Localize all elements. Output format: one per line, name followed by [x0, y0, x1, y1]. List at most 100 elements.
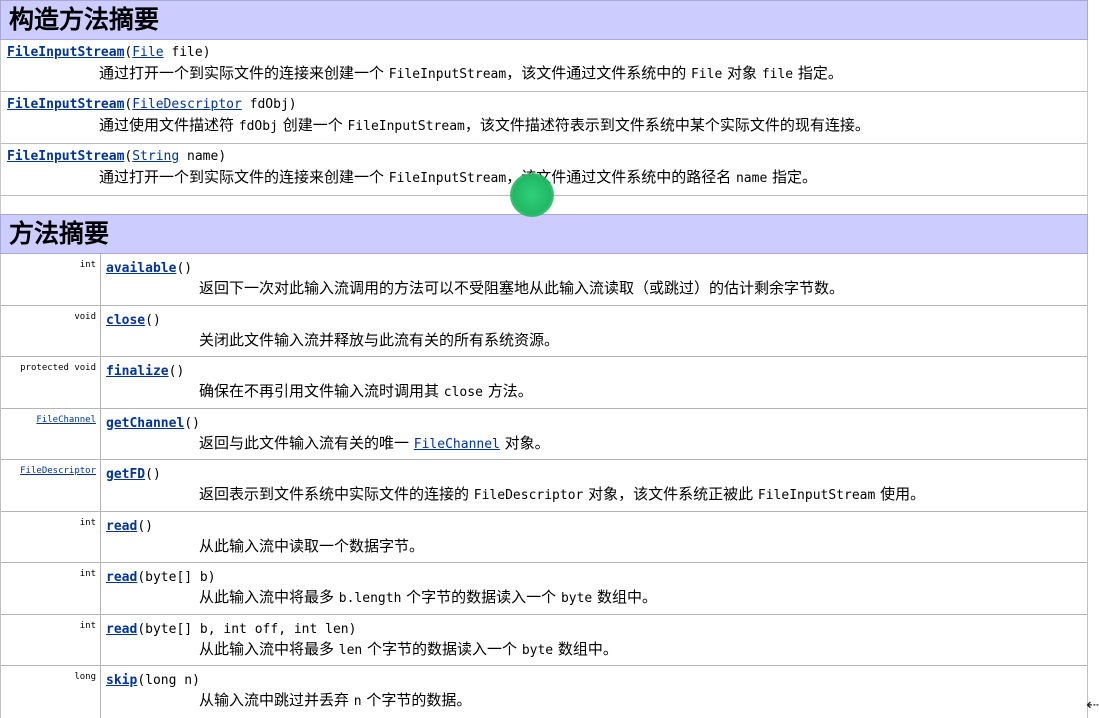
- method-signature: finalize(): [106, 363, 1087, 380]
- constructor-list: FileInputStream(File file) 通过打开一个到实际文件的连接…: [0, 40, 1088, 196]
- method-signature: close(): [106, 312, 1087, 329]
- type-link[interactable]: FileChannel: [414, 437, 500, 452]
- api-doc-page: 构造方法摘要 FileInputStream(File file) 通过打开一个到…: [0, 0, 1088, 718]
- method-body: available() 返回下一次对此输入流调用的方法可以不受阻塞地从此输入流读取…: [101, 254, 1087, 305]
- return-type-link[interactable]: FileChannel: [36, 415, 96, 425]
- method-params: (byte[] b, int off, int len): [137, 621, 357, 637]
- desc-text: 从此输入流中读取一个数据字节。: [199, 536, 425, 555]
- param-type-link[interactable]: String: [132, 149, 179, 164]
- method-link[interactable]: available: [106, 261, 176, 276]
- constructor-signature: FileInputStream(FileDescriptor fdObj): [7, 96, 1087, 114]
- return-type: int: [79, 260, 96, 270]
- code-text: fdObj: [238, 119, 278, 134]
- method-link[interactable]: finalize: [106, 364, 169, 379]
- desc-text: 个字节的数据。: [361, 691, 472, 709]
- method-link[interactable]: close: [106, 313, 145, 328]
- method-description: 从此输入流中将最多 b.length 个字节的数据读入一个 byte 数组中。: [106, 586, 1087, 610]
- method-signature: read(): [106, 518, 1087, 535]
- method-description: 返回表示到文件系统中实际文件的连接的 FileDescriptor 对象，该文件…: [106, 483, 1087, 507]
- code-text: name: [735, 171, 768, 186]
- method-body: read(byte[] b, int off, int len) 从此输入流中将最…: [101, 615, 1087, 666]
- constructor-row: FileInputStream(FileDescriptor fdObj) 通过使…: [0, 92, 1088, 144]
- method-signature: available(): [106, 260, 1087, 277]
- method-link[interactable]: skip: [106, 673, 137, 688]
- code-text: byte: [521, 642, 554, 658]
- method-signature: getFD(): [106, 466, 1087, 483]
- method-params: (): [176, 261, 193, 276]
- code-text: n: [353, 694, 362, 709]
- method-description: 确保在不再引用文件输入流时调用其 close 方法。: [106, 380, 1087, 404]
- constructor-signature: FileInputStream(File file): [7, 44, 1087, 62]
- desc-text: 对象: [722, 64, 762, 82]
- desc-text: 指定。: [767, 168, 818, 186]
- constructor-link[interactable]: FileInputStream: [7, 149, 124, 164]
- paren: ): [288, 97, 297, 112]
- constructor-description: 通过使用文件描述符 fdObj 创建一个 FileInputStream，该文件…: [7, 114, 1087, 138]
- method-summary-title: 方法摘要: [9, 219, 110, 248]
- method-link[interactable]: read: [106, 570, 137, 585]
- constructor-link[interactable]: FileInputStream: [7, 97, 124, 112]
- return-type-cell: void: [1, 305, 101, 356]
- method-row: int read(byte[] b) 从此输入流中将最多 b.length 个字节的…: [1, 563, 1087, 615]
- code-text: FileInputStream: [347, 119, 465, 134]
- return-type-link[interactable]: FileDescriptor: [20, 466, 96, 476]
- desc-text: 数组中。: [553, 639, 618, 658]
- method-summary-header: 方法摘要: [0, 214, 1088, 254]
- method-body: read(byte[] b) 从此输入流中将最多 b.length 个字节的数据读…: [101, 563, 1087, 614]
- method-description: 从输入流中跳过并丢弃 n 个字节的数据。: [106, 689, 1087, 713]
- method-params: (byte[] b): [137, 570, 216, 585]
- method-description: 从此输入流中将最多 len 个字节的数据读入一个 byte 数组中。: [106, 638, 1087, 662]
- method-link[interactable]: read: [106, 519, 137, 534]
- code-text: FileInputStream: [388, 171, 507, 186]
- resize-arrow-icon: ⇠: [1086, 695, 1099, 714]
- desc-text: 通过打开一个到实际文件的连接来创建一个: [99, 64, 389, 82]
- return-type-cell: int: [1, 511, 101, 562]
- return-type-cell: int: [1, 254, 101, 305]
- method-link[interactable]: getChannel: [106, 416, 184, 431]
- method-row: long skip(long n) 从输入流中跳过并丢弃 n 个字节的数据。: [1, 666, 1087, 718]
- method-link[interactable]: read: [106, 622, 137, 637]
- constructor-row: FileInputStream(File file) 通过打开一个到实际文件的连接…: [0, 40, 1088, 92]
- method-description: 关闭此文件输入流并释放与此流有关的所有系统资源。: [106, 329, 1087, 351]
- method-signature: read(byte[] b): [106, 569, 1087, 586]
- method-description: 返回与此文件输入流有关的唯一 FileChannel 对象。: [106, 432, 1087, 456]
- method-params: (): [145, 467, 161, 482]
- constructor-description: 通过打开一个到实际文件的连接来创建一个 FileInputStream，该文件通…: [7, 62, 1087, 86]
- method-link[interactable]: getFD: [106, 467, 145, 482]
- code-text: FileInputStream: [388, 67, 507, 82]
- constructor-link[interactable]: FileInputStream: [7, 45, 124, 60]
- param-type-link[interactable]: FileDescriptor: [132, 97, 242, 112]
- desc-text: ，该文件通过文件系统中的: [506, 64, 691, 82]
- method-row: protected void finalize() 确保在不再引用文件输入流时调用其…: [1, 357, 1087, 409]
- code-text: b.length: [338, 591, 402, 606]
- param-type-link[interactable]: File: [132, 45, 163, 60]
- desc-text: 数组中。: [592, 588, 658, 606]
- desc-text: 通过使用文件描述符: [99, 116, 239, 134]
- desc-text: 个字节的数据读入一个: [362, 639, 522, 658]
- return-type-cell: FileDescriptor: [1, 460, 101, 511]
- desc-text: 创建一个: [277, 116, 348, 134]
- code-text: byte: [560, 591, 593, 606]
- desc-text: 方法。: [482, 382, 533, 400]
- desc-text: 对象，该文件系统正被此: [583, 485, 758, 503]
- method-signature: read(byte[] b, int off, int len): [106, 621, 1087, 638]
- return-type: int: [79, 517, 96, 528]
- code-text: close: [443, 385, 483, 400]
- code-text: FileDescriptor: [473, 488, 584, 503]
- method-row: void close() 关闭此文件输入流并释放与此流有关的所有系统资源。: [1, 305, 1087, 357]
- method-row: FileDescriptor getFD() 返回表示到文件系统中实际文件的连接的 …: [1, 460, 1087, 512]
- desc-text: 对象。: [499, 433, 550, 452]
- return-type: int: [79, 569, 96, 579]
- param-name: name: [187, 149, 219, 164]
- constructor-summary-header: 构造方法摘要: [0, 0, 1088, 40]
- method-body: read() 从此输入流中读取一个数据字节。: [101, 512, 1087, 563]
- code-text: file: [761, 67, 794, 82]
- method-description: 返回下一次对此输入流调用的方法可以不受阻塞地从此输入流读取（或跳过）的估计剩余字…: [106, 277, 1087, 299]
- method-description: 从此输入流中读取一个数据字节。: [106, 535, 1087, 557]
- desc-text: 从此输入流中将最多: [199, 588, 339, 606]
- code-text: FileInputStream: [757, 488, 876, 503]
- paren: ): [202, 45, 211, 60]
- method-body: getFD() 返回表示到文件系统中实际文件的连接的 FileDescriptor…: [101, 460, 1087, 511]
